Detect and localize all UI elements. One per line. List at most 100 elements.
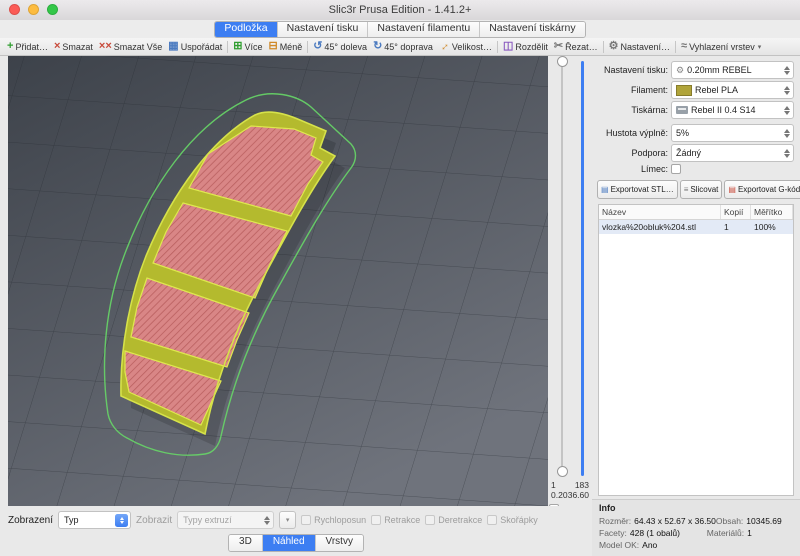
toolbar-separator <box>497 41 498 53</box>
cut-button[interactable]: ✂ Řezat… <box>551 39 601 55</box>
object-name: vlozka%20obluk%204.stl <box>599 220 721 234</box>
view-type-select[interactable]: Typ <box>58 511 131 529</box>
window-title: Slic3r Prusa Edition - 1.41.2+ <box>329 4 472 16</box>
toolbar-separator <box>603 41 604 53</box>
tab-nastaveni-tiskarny[interactable]: Nastavení tiskárny <box>480 22 584 37</box>
arrange-button[interactable]: ▦ Uspořádat <box>165 39 225 55</box>
tab-podlozka[interactable]: Podložka <box>215 22 277 37</box>
fewer-copies-button[interactable]: ⊟ Méně <box>265 39 305 55</box>
export-stl-button[interactable]: ▤ Exportovat STL… <box>597 180 678 199</box>
column-copies[interactable]: Kopií <box>721 205 751 219</box>
printer-value: Rebel II 0.4 S14 <box>691 105 756 115</box>
support-combo[interactable]: Žádný <box>671 144 794 162</box>
dropdown-arrows-icon <box>784 66 791 75</box>
print-settings-value: 0.20mm REBEL <box>687 65 752 75</box>
settings-tabbar: Podložka Nastavení tisku Nastavení filam… <box>0 20 800 38</box>
printer-label: Tiskárna: <box>598 105 668 115</box>
printer-combo[interactable]: Rebel II 0.4 S14 <box>671 101 794 119</box>
rotate-right-button[interactable]: ↻ 45° doprava <box>370 39 436 55</box>
facets-value: 428 (1 obalů) <box>630 528 680 538</box>
show-label: Zobrazit <box>136 515 172 526</box>
layer-slider-handle-min[interactable] <box>557 466 568 477</box>
materials-value: 1 <box>747 528 752 538</box>
unretractions-label: Deretrakce <box>438 515 482 525</box>
rotate-left-button[interactable]: ↺ 45° doleva <box>310 39 370 55</box>
close-button[interactable] <box>9 4 20 15</box>
brim-checkbox[interactable] <box>671 164 681 174</box>
delete-all-button[interactable]: ×× Smazat Vše <box>96 39 165 55</box>
scale-button[interactable]: ↔ Velikost… <box>436 39 495 55</box>
max-layer-value: 183 <box>575 480 589 490</box>
delete-button[interactable]: × Smazat <box>51 39 96 55</box>
max-height-value: 36.60 <box>568 490 589 500</box>
export-gcode-button[interactable]: ▤ Exportovat G-kód… <box>724 180 800 199</box>
export-stl-icon: ▤ <box>601 185 609 194</box>
size-value: 64.43 x 52.67 x 36.50 <box>634 516 716 526</box>
infill-density-value: 5% <box>676 128 689 138</box>
travel-checkbox <box>301 515 311 525</box>
more-copies-button[interactable]: ⊞ Více <box>230 39 265 55</box>
toolbar-separator <box>307 41 308 53</box>
unretractions-checkbox-group: Deretrakce <box>425 515 482 525</box>
column-scale[interactable]: Měřítko <box>751 205 793 219</box>
split-icon: ◫ <box>503 41 513 52</box>
add-button[interactable]: + Přidat… <box>4 39 51 55</box>
rotate-right-label: 45° doprava <box>384 42 433 52</box>
unretractions-checkbox <box>425 515 435 525</box>
infill-density-combo[interactable]: 5% <box>671 124 794 142</box>
dropdown-arrows-icon <box>784 129 791 138</box>
mode-preview[interactable]: Náhled <box>263 535 316 551</box>
print-settings-combo[interactable]: ⚙ 0.20mm REBEL <box>671 61 794 79</box>
3d-viewport[interactable] <box>8 56 548 506</box>
layer-slider: 1 183 0.20 36.60 1 Vrstva <box>548 56 592 506</box>
dropdown-arrows-icon <box>264 516 271 525</box>
layer-smoothing-button[interactable]: ≈ Vyhlazení vrstev ▾ <box>678 39 764 55</box>
view-type-value: Typ <box>64 515 79 525</box>
model-ok-label: Model OK: <box>599 540 639 550</box>
export-gcode-label: Exportovat G-kód… <box>738 185 800 194</box>
mode-layers[interactable]: Vrstvy <box>316 535 363 551</box>
rotate-left-icon: ↺ <box>313 41 322 52</box>
print-profile-icon: ⚙ <box>676 65 684 76</box>
facets-label: Facety: <box>599 528 627 538</box>
toolbar: + Přidat… × Smazat ×× Smazat Vše ▦ Uspoř… <box>0 38 800 56</box>
dropdown-arrows-icon <box>784 86 791 95</box>
filament-color-swatch <box>676 85 692 96</box>
rotate-left-label: 45° doleva <box>324 42 367 52</box>
tab-nastaveni-tisku[interactable]: Nastavení tisku <box>278 22 369 37</box>
add-icon: + <box>7 41 13 52</box>
layer-slider-handle-max[interactable] <box>557 56 568 67</box>
object-settings-button[interactable]: ⚙ Nastavení… <box>606 39 673 55</box>
table-row[interactable]: vlozka%20obluk%204.stl 1 100% <box>599 220 793 234</box>
select-stepper-icon <box>115 514 128 527</box>
support-value: Žádný <box>676 148 701 158</box>
info-panel: Info Rozměr: 64.43 x 52.67 x 36.50 Obsah… <box>592 499 800 556</box>
object-copies: 1 <box>721 220 751 234</box>
shells-checkbox-group: Skořápky <box>487 515 538 525</box>
min-height-value: 0.20 <box>551 490 568 500</box>
zoom-button[interactable] <box>47 4 58 15</box>
extrusion-dropdown-button[interactable]: ▾ <box>279 511 296 529</box>
layer-slider-track[interactable] <box>561 61 563 476</box>
split-label: Rozdělit <box>515 42 548 52</box>
layer-slider-range[interactable] <box>581 61 584 476</box>
window-controls <box>9 4 58 15</box>
volume-value: 10345.69 <box>746 516 781 526</box>
infill-density-label: Hustota výplně: <box>598 128 668 138</box>
slice-button[interactable]: ≡ Slicovat <box>680 180 723 199</box>
shells-label: Skořápky <box>500 515 538 525</box>
minimize-button[interactable] <box>28 4 39 15</box>
arrange-label: Uspořádat <box>181 42 223 52</box>
layer-smoothing-icon: ≈ <box>681 41 687 52</box>
tab-nastaveni-filamentu[interactable]: Nastavení filamentu <box>368 22 480 37</box>
layer-smoothing-label: Vyhlazení vrstev <box>689 42 755 52</box>
slice-icon: ≡ <box>684 185 689 194</box>
tab-group: Podložka Nastavení tisku Nastavení filam… <box>214 21 585 38</box>
travel-checkbox-group: Rychloposun <box>301 515 366 525</box>
split-button[interactable]: ◫ Rozdělit <box>500 39 551 55</box>
preview-canvas[interactable] <box>8 56 548 506</box>
min-layer-value: 1 <box>551 480 556 490</box>
filament-combo[interactable]: Rebel PLA <box>671 81 794 99</box>
mode-3d[interactable]: 3D <box>229 535 263 551</box>
column-name[interactable]: Název <box>599 205 721 219</box>
